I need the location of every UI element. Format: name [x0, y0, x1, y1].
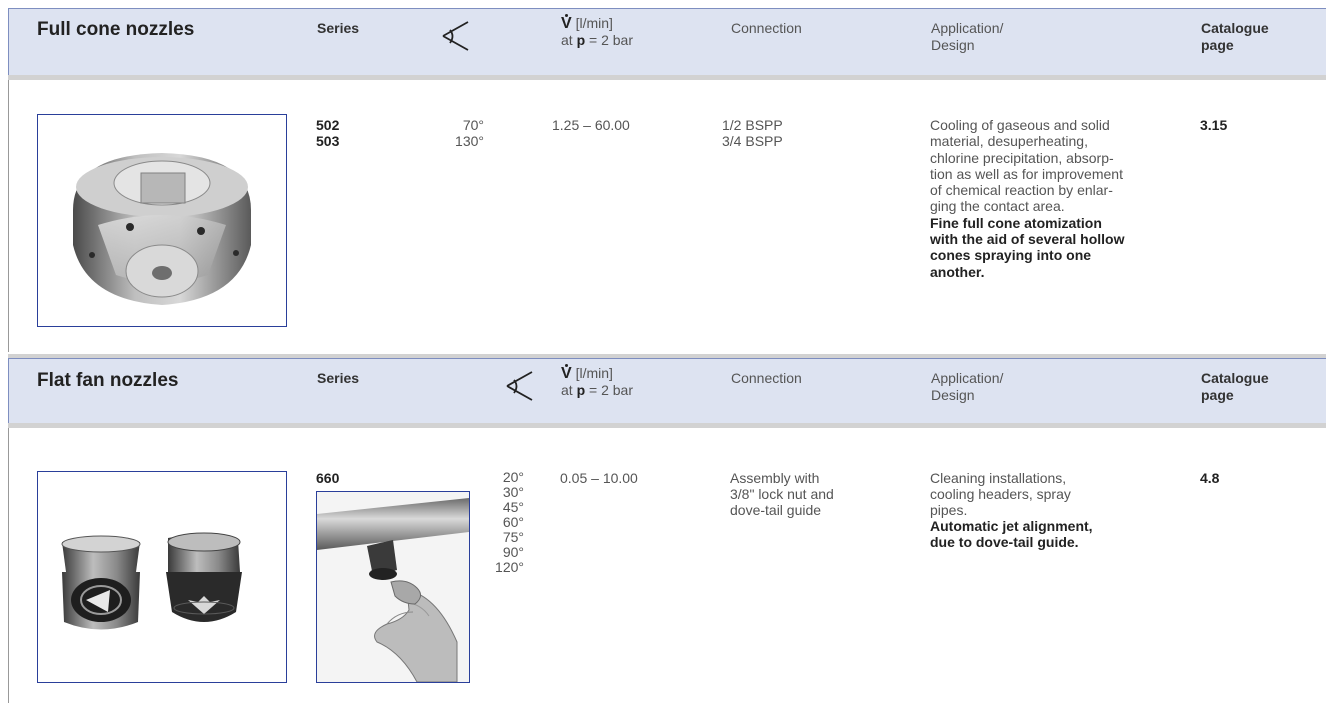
col-header-connection: Connection [731, 370, 802, 386]
catalogue-page-link[interactable]: 3.15 [1200, 117, 1227, 133]
header-shadow [8, 75, 1326, 80]
section-title: Full cone nozzles [37, 19, 195, 40]
section-header-full-cone: Full cone nozzles Series V [l/min] at p … [8, 8, 1326, 76]
product-photo-full-cone [37, 114, 287, 327]
application-text: Cooling of gaseous and solid material, d… [930, 117, 1125, 280]
flow-symbol: V [561, 364, 572, 382]
col-header-application: Application/Design [931, 20, 1004, 53]
left-rule [8, 428, 9, 703]
spray-angles: 20° 30° 45° 60° 75° 90° 120° [495, 469, 524, 575]
col-header-flow: V [l/min] at p = 2 bar [561, 14, 634, 48]
col-header-application: Application/Design [931, 370, 1004, 403]
catalogue-page-link[interactable]: 4.8 [1200, 470, 1219, 486]
col-header-series: Series [317, 20, 360, 36]
series-number: 660 [316, 470, 340, 486]
application-text: Cleaning installations, cooling headers,… [930, 470, 1093, 550]
col-header-flow: V [l/min] at p = 2 bar [561, 364, 634, 398]
full-cone-nozzle-image [73, 153, 251, 305]
spray-angle-icon [506, 371, 533, 401]
col-header-connection: Connection [731, 20, 802, 36]
series-list: 502 503 [316, 117, 340, 149]
flow-symbol: V [561, 14, 572, 32]
pipe-installation-image [317, 492, 469, 683]
connection-list: 1/2 BSPP 3/4 BSPP [722, 117, 783, 149]
col-header-series: Series [317, 370, 360, 386]
product-photo-flat-fan [37, 471, 287, 683]
flow-range: 1.25 – 60.00 [552, 117, 630, 133]
flat-fan-nozzle-image [61, 532, 242, 630]
spray-angle-icon [442, 21, 469, 51]
connection-list: Assembly with 3/8" lock nut and dove-tai… [730, 470, 834, 518]
flow-range: 0.05 – 10.00 [560, 470, 638, 486]
section-header-flat-fan: Flat fan nozzles Series V [l/min] at p =… [8, 358, 1326, 424]
col-header-catalogue: Catalogue page [1201, 20, 1269, 53]
col-header-catalogue: Catalogue page [1201, 370, 1269, 403]
section-title: Flat fan nozzles [37, 370, 179, 391]
installation-photo [316, 491, 470, 683]
left-rule [8, 80, 9, 352]
spray-angles: 70° 130° [455, 117, 484, 149]
header-shadow [8, 423, 1326, 428]
